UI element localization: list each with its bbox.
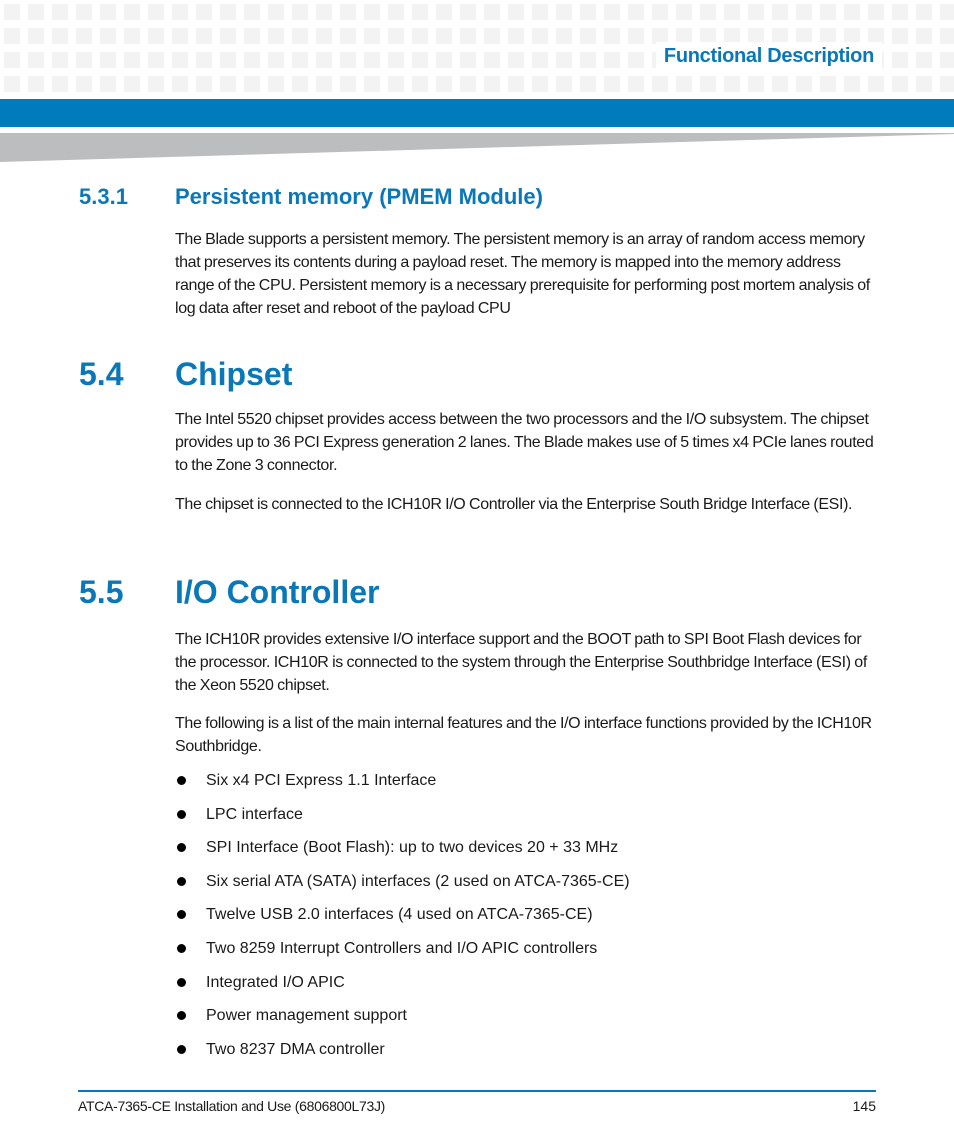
section-title: Persistent memory (PMEM Module)	[175, 184, 543, 209]
footer-divider	[78, 1090, 876, 1092]
list-item: Power management support	[175, 1004, 630, 1038]
list-item: Integrated I/O APIC	[175, 971, 630, 1005]
list-item: Two 8259 Interrupt Controllers and I/O A…	[175, 937, 630, 971]
section-title: Chipset	[175, 356, 293, 392]
paragraph: The ICH10R provides extensive I/O interf…	[175, 631, 867, 694]
bullet-icon	[177, 809, 186, 819]
bullet-icon	[177, 876, 186, 886]
list-item-text: Two 8237 DMA controller	[206, 1040, 385, 1058]
list-item: SPI Interface (Boot Flash): up to two de…	[175, 836, 630, 870]
feature-list: Six x4 PCI Express 1.1 Interface LPC int…	[175, 769, 630, 1071]
list-item-text: Power management support	[206, 1007, 407, 1025]
bullet-icon	[177, 776, 186, 785]
section-number: 5.3.1	[79, 184, 128, 209]
list-item-text: Integrated I/O APIC	[206, 973, 345, 991]
section-number: 5.4	[79, 356, 124, 392]
section-title: I/O Controller	[175, 574, 380, 610]
list-item: Twelve USB 2.0 interfaces (4 used on ATC…	[175, 903, 630, 937]
header-blue-bar	[0, 99, 954, 127]
section-number: 5.5	[79, 574, 124, 610]
list-item: Six serial ATA (SATA) interfaces (2 used…	[175, 870, 630, 904]
bullet-icon	[177, 910, 186, 920]
paragraph: The following is a list of the main inte…	[175, 715, 872, 755]
header-gray-wedge	[0, 133, 954, 162]
footer-document-title: ATCA-7365-CE Installation and Use (68068…	[78, 1098, 386, 1114]
list-item-text: Two 8259 Interrupt Controllers and I/O A…	[206, 939, 598, 957]
list-item-text: SPI Interface (Boot Flash): up to two de…	[206, 839, 619, 857]
section-heading-5-3-1: 5.3.1 Persistent memory (PMEM Module)	[79, 184, 543, 210]
page-number: 145	[852, 1098, 876, 1114]
section-heading-5-5: 5.5 I/O Controller	[79, 574, 379, 611]
section-heading-5-4: 5.4 Chipset	[79, 356, 292, 393]
bullet-icon	[177, 1011, 186, 1021]
list-item-text: Six serial ATA (SATA) interfaces (2 used…	[206, 872, 630, 890]
list-item-text: Six x4 PCI Express 1.1 Interface	[206, 772, 437, 789]
list-item-text: Twelve USB 2.0 interfaces (4 used on ATC…	[206, 906, 593, 924]
bullet-icon	[177, 977, 186, 987]
paragraph: The Blade supports a persistent memory. …	[175, 231, 870, 317]
paragraph: The Intel 5520 chipset provides access b…	[175, 411, 874, 474]
bullet-icon	[177, 943, 186, 953]
paragraph: The chipset is connected to the ICH10R I…	[175, 496, 853, 513]
list-item: Six x4 PCI Express 1.1 Interface	[175, 769, 630, 803]
list-item-text: LPC interface	[206, 805, 303, 823]
list-item: Two 8237 DMA controller	[175, 1038, 630, 1072]
chapter-title: Functional Description	[655, 42, 882, 70]
bullet-icon	[177, 1044, 186, 1054]
bullet-icon	[177, 843, 186, 853]
list-item: LPC interface	[175, 803, 630, 837]
